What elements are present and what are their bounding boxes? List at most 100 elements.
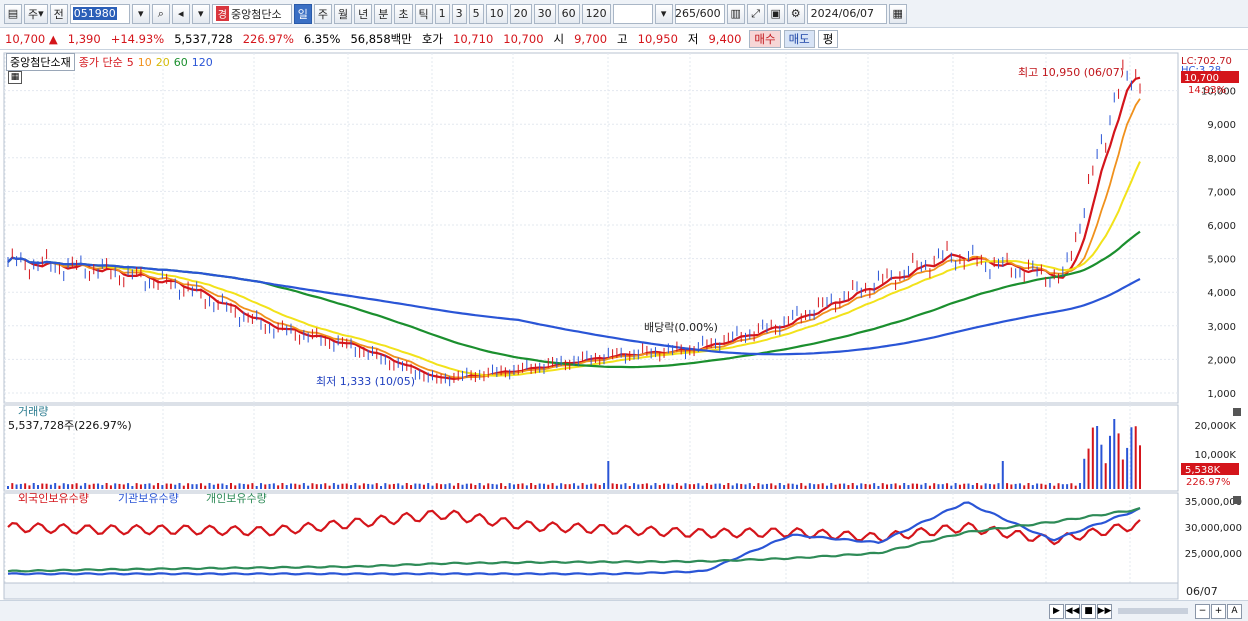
interval-120[interactable]: 120 [581, 3, 611, 24]
interval-3[interactable]: 3 [451, 3, 467, 24]
volume-bar [242, 483, 245, 489]
volume-bar [984, 483, 987, 489]
volume-bar [169, 483, 172, 489]
volume-bar [731, 485, 734, 489]
volume-bar [560, 483, 563, 489]
gear-icon[interactable]: ⚙ [786, 3, 805, 24]
volume-bar [397, 483, 400, 489]
code-dropdown-icon[interactable]: ▾ [131, 3, 150, 24]
volume-bar [212, 484, 215, 489]
volume-bar [710, 484, 713, 489]
period-tick[interactable]: 틱 [414, 3, 433, 24]
price-tick-label: 6,000 [1207, 221, 1236, 232]
volume-bar [375, 483, 378, 489]
jump-first-icon[interactable]: ◀◀ [1065, 603, 1080, 619]
volume-bar [388, 484, 391, 489]
volume-bar [345, 483, 348, 489]
volume-bar [32, 483, 35, 489]
draw-tool-icon[interactable]: ⤢ [746, 3, 765, 24]
volume-bar [1083, 458, 1086, 489]
interval-10[interactable]: 10 [485, 3, 508, 24]
volume-bar [783, 485, 786, 489]
search-icon[interactable]: ⌕ [151, 3, 170, 24]
volume-bar [551, 483, 554, 489]
prev-button[interactable]: 전 [49, 3, 68, 24]
interval-dropdown-icon[interactable]: ▾ [654, 3, 673, 24]
volume-bar [392, 483, 395, 489]
high-label: 고 [617, 31, 628, 46]
volume-bar [234, 485, 237, 489]
volume-bar [49, 484, 52, 489]
turnover-rate: 6.35% [303, 31, 341, 46]
candle-type-icon[interactable]: ▥ [726, 3, 745, 24]
volume-bar [894, 483, 897, 489]
period-month[interactable]: 월 [334, 3, 353, 24]
interval-1[interactable]: 1 [434, 3, 450, 24]
buy-button[interactable]: 매수 [749, 29, 781, 48]
volume-bar [534, 485, 537, 489]
zoom-out-icon[interactable]: − [1195, 603, 1210, 619]
options-dropdown-icon[interactable]: ▾ [191, 3, 210, 24]
stock-code-input[interactable]: 051980 [69, 3, 130, 24]
volume-bar [538, 483, 541, 489]
scroll-right-icon[interactable]: ▶ [1049, 603, 1064, 619]
volume-bar [1070, 483, 1073, 489]
zoom-slider[interactable] [1118, 608, 1188, 614]
jump-last-icon[interactable]: ▶▶ [1097, 603, 1112, 619]
volume-bar [28, 485, 31, 489]
volume-panel-close-icon[interactable] [1233, 408, 1241, 416]
volume-bar [182, 485, 185, 489]
price-panel[interactable] [3, 52, 1179, 404]
price-change: 1,390 [67, 31, 101, 46]
save-icon[interactable]: ▣ [766, 3, 785, 24]
volume-bar [105, 483, 108, 489]
window-menu-icon[interactable]: ▤ [4, 3, 22, 24]
volume-bar [195, 484, 198, 489]
interval-20[interactable]: 20 [509, 3, 532, 24]
period-week[interactable]: 주 [313, 3, 333, 24]
chart-area[interactable]: 10,0009,0008,0007,0006,0005,0004,0003,00… [0, 51, 1248, 621]
volume-bar [508, 483, 511, 489]
holdings-series-individual: 개인보유수량 [206, 492, 267, 505]
volume-bar [1036, 483, 1039, 489]
zoom-in-icon[interactable]: + [1211, 603, 1226, 619]
period-year[interactable]: 년 [354, 3, 373, 24]
sell-button[interactable]: 매도 [783, 29, 815, 48]
period-minute[interactable]: 분 [374, 3, 393, 24]
volume-bar [75, 483, 78, 489]
table-toggle-icon[interactable]: ▦ [8, 71, 22, 84]
volume-bar [358, 485, 361, 489]
interval-60[interactable]: 60 [557, 3, 580, 24]
interval-5[interactable]: 5 [468, 3, 484, 24]
count-input[interactable]: 265/600 [674, 3, 725, 24]
calendar-icon[interactable]: ▦ [888, 3, 907, 24]
volume-bar [808, 483, 811, 489]
volume-bar [380, 485, 383, 489]
text-size-icon[interactable]: A [1227, 603, 1242, 619]
volume-bar [315, 484, 318, 489]
volume-bar [1048, 483, 1051, 489]
interval-30[interactable]: 30 [533, 3, 556, 24]
last-volume-pct: 226.97% [1186, 477, 1231, 488]
volume-bar [650, 485, 653, 489]
volume-bar [821, 483, 824, 489]
average-button[interactable]: 평 [817, 29, 839, 48]
volume-bar [238, 483, 241, 489]
volume-bar [637, 484, 640, 489]
volume-bar [139, 484, 142, 489]
period-second[interactable]: 초 [394, 3, 413, 24]
volume-bar [431, 485, 434, 489]
volume-bar [135, 483, 138, 489]
date-input[interactable]: 2024/06/07 [806, 3, 887, 24]
holdings-panel-close-icon[interactable] [1233, 496, 1241, 504]
stock-name-field[interactable]: 경 중앙첨단소 [211, 3, 292, 24]
speaker-icon[interactable]: ◂ [171, 3, 190, 24]
market-select[interactable]: 주 ▾ [24, 3, 48, 24]
volume-bar [603, 483, 606, 489]
high-price: 10,950 [637, 31, 678, 46]
interval-custom-input[interactable] [612, 3, 653, 24]
volume-panel-info: 5,537,728주(226.97%) [8, 419, 132, 432]
period-day[interactable]: 일 [293, 3, 312, 24]
stop-icon[interactable]: ■ [1081, 603, 1096, 619]
volume-bar [225, 485, 228, 489]
